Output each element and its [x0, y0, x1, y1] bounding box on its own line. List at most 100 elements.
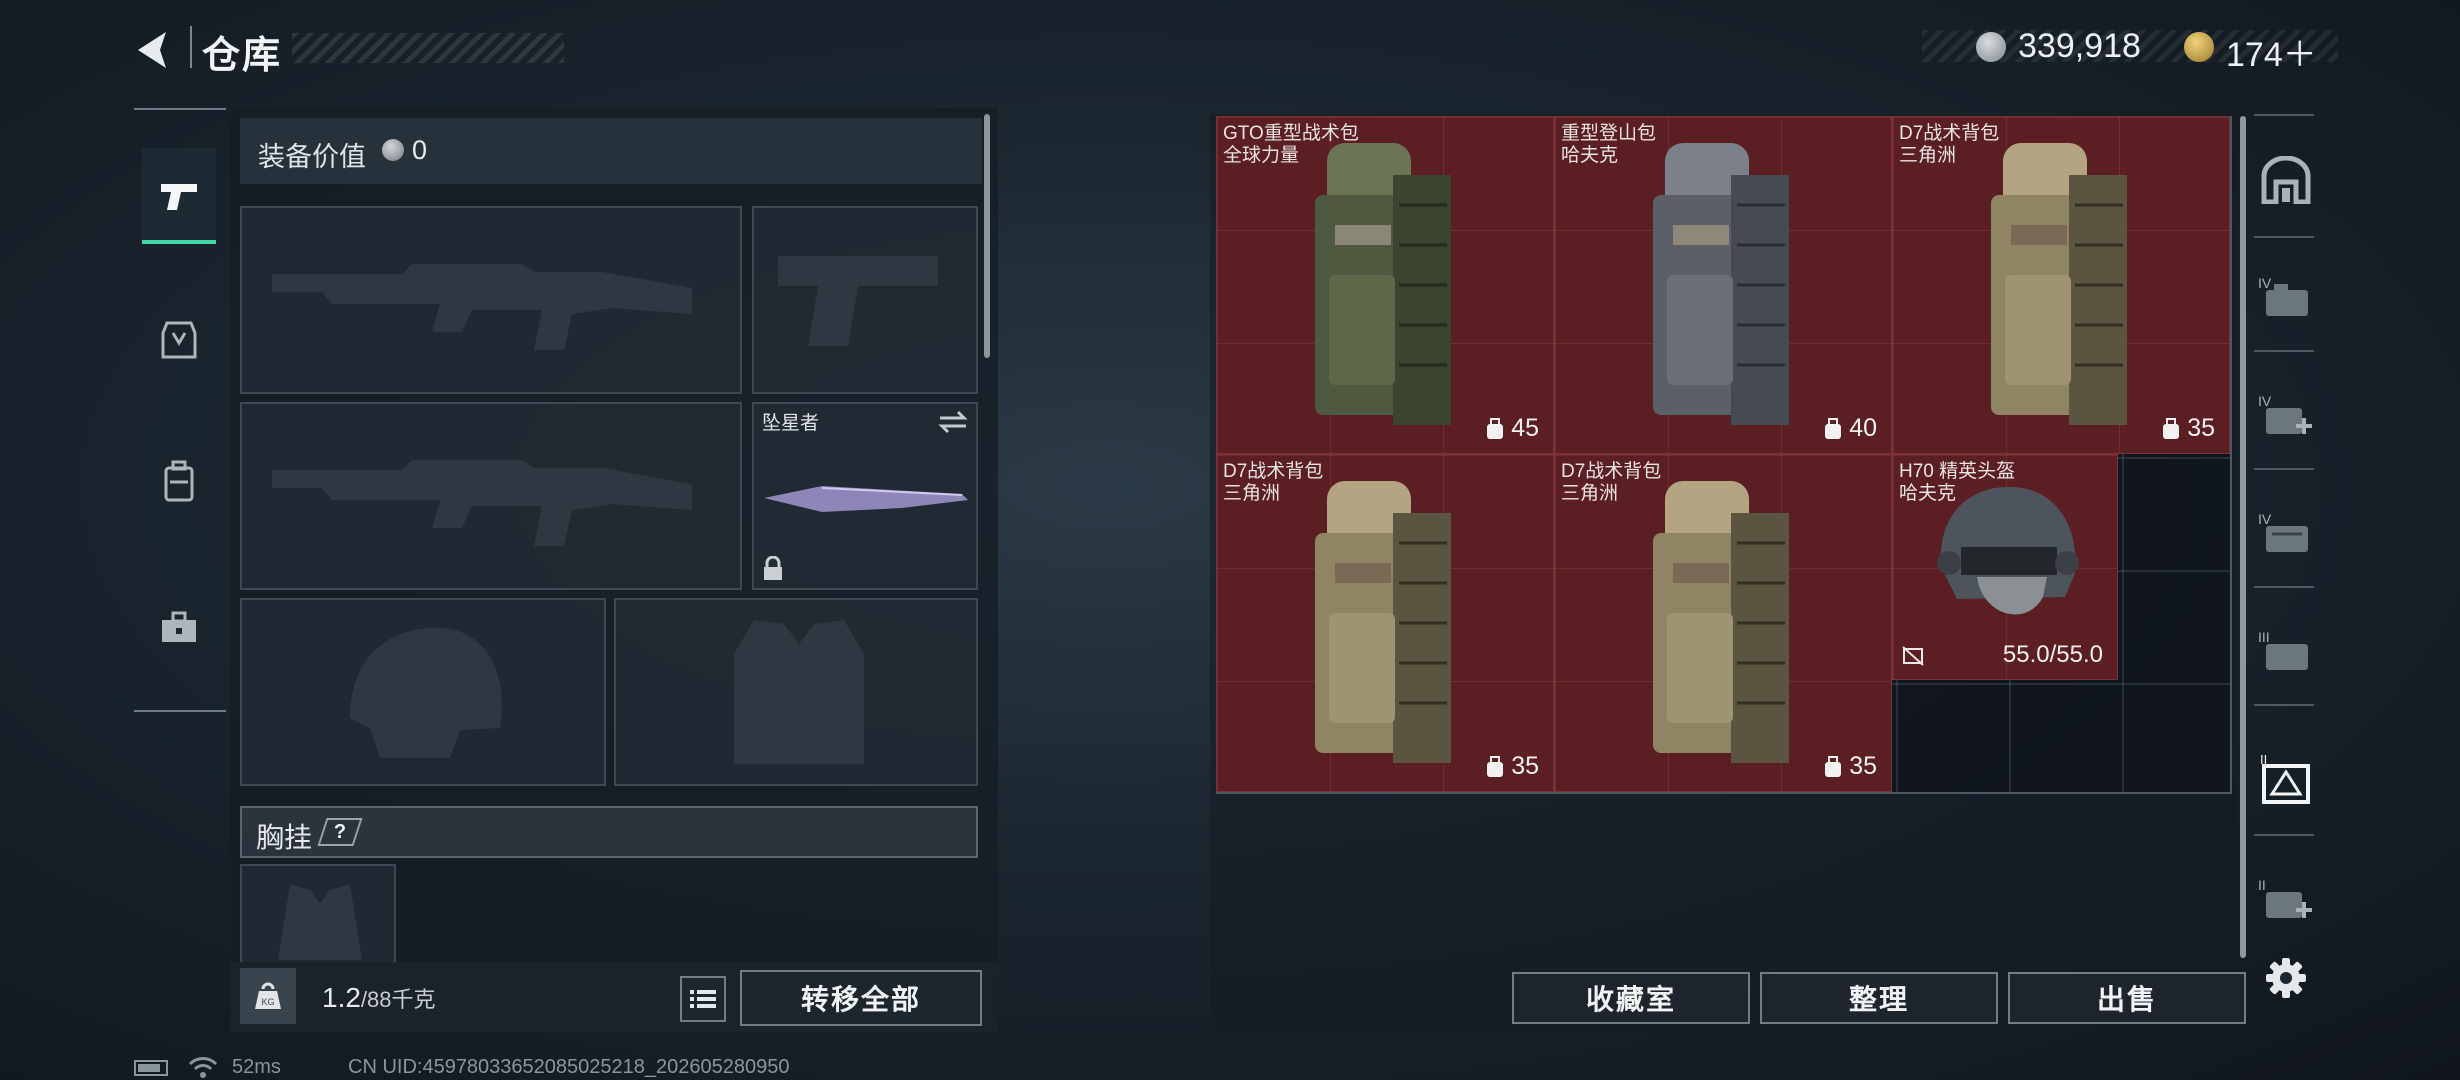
equipment-value: 0	[412, 135, 428, 165]
armor-icon	[161, 321, 197, 359]
backpack-icon	[1991, 143, 2127, 425]
svg-text:II: II	[2258, 877, 2266, 893]
rail-item-backpack[interactable]	[142, 434, 216, 530]
collection-room-button[interactable]: 收藏室	[1512, 972, 1750, 1024]
weight-current: 1.2	[322, 982, 361, 1013]
stash-item[interactable]: 重型登山包 哈夫克 40	[1554, 116, 1892, 454]
stash-tab-4-2[interactable]: IV	[2254, 500, 2318, 564]
primary-weapon-slot-2[interactable]	[240, 402, 742, 590]
list-icon	[690, 990, 716, 1008]
item-durability: 55.0/55.0	[2002, 641, 2103, 668]
item-capacity: 45	[1485, 414, 1539, 443]
primary-weapon-slot-1[interactable]	[240, 206, 742, 394]
stash-tab-selected[interactable]: II	[2254, 746, 2318, 810]
sort-button[interactable]: 整理	[1760, 972, 1998, 1024]
rail-item-gear[interactable]	[142, 292, 216, 388]
stash-tab-4-add[interactable]: IV	[2254, 382, 2318, 446]
item-name-label: 重型登山包 哈夫克	[1561, 123, 1657, 166]
gear-icon	[2266, 958, 2306, 998]
tool-rail-divider	[2254, 236, 2314, 238]
stash-item[interactable]: D7战术背包 三角洲 35	[1216, 454, 1554, 792]
stash-item[interactable]: D7战术背包 三角洲 35	[1892, 116, 2230, 454]
no-repair-icon	[1902, 646, 1924, 666]
svg-text:KG: KG	[261, 997, 274, 1007]
container-tier4-icon: IV	[2258, 275, 2308, 316]
back-button[interactable]	[132, 28, 176, 72]
page-title: 仓库	[202, 35, 283, 77]
knife-icon	[764, 486, 968, 512]
weight-icon: KG	[255, 982, 281, 1009]
stash-item[interactable]: D7战术背包 三角洲 35	[1554, 454, 1892, 792]
list-view-button[interactable]	[680, 976, 726, 1022]
stash-item[interactable]: H70 精英头盔 哈夫克 55.0/55.0	[1892, 454, 2118, 680]
help-icon: ?	[333, 820, 347, 843]
svg-text:III: III	[2258, 629, 2270, 645]
backpack-capacity-icon	[2163, 417, 2180, 439]
helmet-icon	[1937, 486, 2079, 615]
tool-rail-divider	[2254, 468, 2314, 470]
chest-rig-label: 胸挂	[256, 822, 313, 853]
transfer-all-button[interactable]: 转移全部	[740, 970, 982, 1026]
tool-rail-divider	[2254, 114, 2314, 116]
tool-rail-divider	[2254, 350, 2314, 352]
backpack-capacity-icon	[1487, 755, 1504, 777]
rail-item-weapons[interactable]	[142, 148, 216, 244]
back-arrow-icon	[138, 32, 166, 68]
melee-slot[interactable]: 坠星者	[752, 402, 978, 590]
equipment-scrollbar[interactable]	[984, 114, 990, 358]
stash-tab-main[interactable]	[2254, 148, 2318, 212]
weight-max: /88千克	[360, 987, 436, 1012]
sidearm-slot[interactable]	[752, 206, 978, 394]
svg-text:IV: IV	[2258, 511, 2272, 527]
tool-rail-divider	[2254, 834, 2314, 836]
armor-slot[interactable]	[614, 598, 978, 786]
backpack-icon	[1315, 481, 1451, 763]
premium-coin-icon	[2184, 32, 2214, 62]
settings-button[interactable]	[2254, 946, 2318, 1010]
player-uid: CN UID:4597803365208502521​8_20260528095…	[348, 1056, 790, 1078]
melee-name: 坠星者	[762, 413, 820, 434]
svg-text:IV: IV	[2258, 393, 2272, 409]
title-divider	[190, 26, 192, 68]
backpack-capacity-icon	[1487, 417, 1504, 439]
title-decoration	[292, 33, 564, 63]
container-tier4-icon: IV	[2258, 511, 2308, 552]
item-capacity: 35	[1823, 752, 1877, 781]
stash-item[interactable]: GTO重型战术包 全球力量 45	[1216, 116, 1554, 454]
currency-secondary[interactable]: 174＋	[2226, 27, 2317, 76]
battery-icon	[134, 1060, 168, 1076]
backpack-icon	[1315, 143, 1451, 425]
pistol-silhouette-icon	[778, 256, 938, 346]
helmet-silhouette-icon	[350, 627, 502, 758]
rail-item-supplies[interactable]	[142, 580, 216, 676]
coin-icon	[1976, 32, 2006, 62]
add-container-icon: IV	[2258, 393, 2312, 434]
stash-tab-4-1[interactable]: IV	[2254, 264, 2318, 328]
backpack-icon	[1653, 481, 1789, 763]
stash-tab-3[interactable]: III	[2254, 618, 2318, 682]
tool-rail-divider	[2254, 704, 2314, 706]
coin-icon	[382, 139, 404, 161]
item-capacity: 35	[2161, 414, 2215, 443]
tool-rail-divider	[2254, 586, 2314, 588]
backpack-capacity-icon	[1825, 755, 1842, 777]
weight-readout: 1.2/88千克	[322, 982, 436, 1014]
stash-tab-2-add[interactable]: II	[2254, 866, 2318, 930]
equipment-value-label: 装备价值	[258, 142, 366, 172]
lock-icon	[764, 556, 782, 580]
swap-icon[interactable]	[938, 410, 968, 434]
backpack-icon	[1653, 143, 1789, 425]
helmet-slot[interactable]	[240, 598, 606, 786]
rail-bottom-line	[134, 710, 226, 712]
pistol-icon	[161, 184, 197, 210]
add-container-icon: II	[2258, 877, 2312, 918]
weight-indicator: KG	[240, 968, 296, 1024]
backpack-icon	[164, 460, 194, 502]
stash-scrollbar[interactable]	[2240, 116, 2246, 958]
armor-silhouette-icon	[734, 620, 864, 764]
chest-rig-slot[interactable]	[240, 864, 396, 962]
selected-container-icon: II	[2260, 752, 2310, 804]
chest-rig-silhouette-icon	[278, 884, 362, 960]
sell-button[interactable]: 出售	[2008, 972, 2246, 1024]
svg-text:IV: IV	[2258, 275, 2272, 291]
